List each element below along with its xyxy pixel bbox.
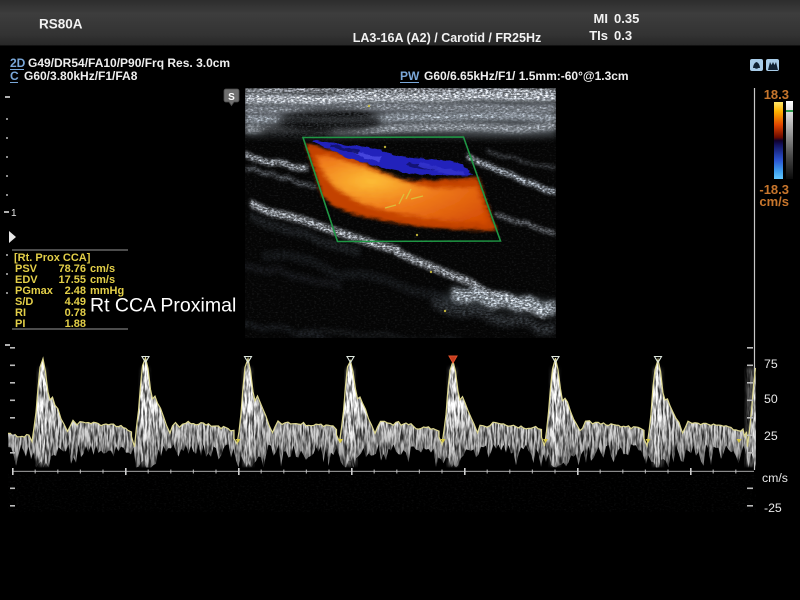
- svg-text:0.3: 0.3: [614, 28, 632, 43]
- svg-text:0.35: 0.35: [614, 11, 639, 26]
- svg-text:TIs: TIs: [589, 28, 608, 43]
- svg-text:18.3: 18.3: [764, 87, 789, 102]
- svg-text:25: 25: [764, 429, 778, 443]
- svg-text:cm/s: cm/s: [759, 194, 789, 209]
- svg-text:PI: PI: [15, 318, 25, 330]
- svg-text:RS80A: RS80A: [39, 17, 83, 32]
- svg-text:50: 50: [764, 392, 778, 406]
- svg-text:1.88: 1.88: [65, 318, 86, 330]
- svg-text:G60/3.80kHz/F1/FA8: G60/3.80kHz/F1/FA8: [24, 69, 138, 83]
- svg-text:PW: PW: [400, 69, 420, 83]
- svg-text:-25: -25: [764, 501, 782, 515]
- svg-text:75: 75: [764, 357, 778, 371]
- svg-text:C: C: [10, 69, 19, 83]
- svg-text:1: 1: [11, 208, 17, 219]
- svg-text:G60/6.65kHz/F1/ 1.5mm:-60°@1.3: G60/6.65kHz/F1/ 1.5mm:-60°@1.3cm: [424, 69, 629, 83]
- svg-text:LA3-16A (A2) / Carotid / FR25H: LA3-16A (A2) / Carotid / FR25Hz: [353, 31, 541, 45]
- svg-text:2D: 2D: [10, 56, 26, 70]
- svg-text:G49/DR54/FA10/P90/Frq Res. 3.0: G49/DR54/FA10/P90/Frq Res. 3.0cm: [28, 56, 230, 70]
- svg-text:cm/s: cm/s: [762, 471, 788, 485]
- svg-text:MI: MI: [594, 11, 608, 26]
- svg-text:S: S: [228, 92, 235, 103]
- svg-text:Rt CCA Proximal: Rt CCA Proximal: [90, 295, 236, 317]
